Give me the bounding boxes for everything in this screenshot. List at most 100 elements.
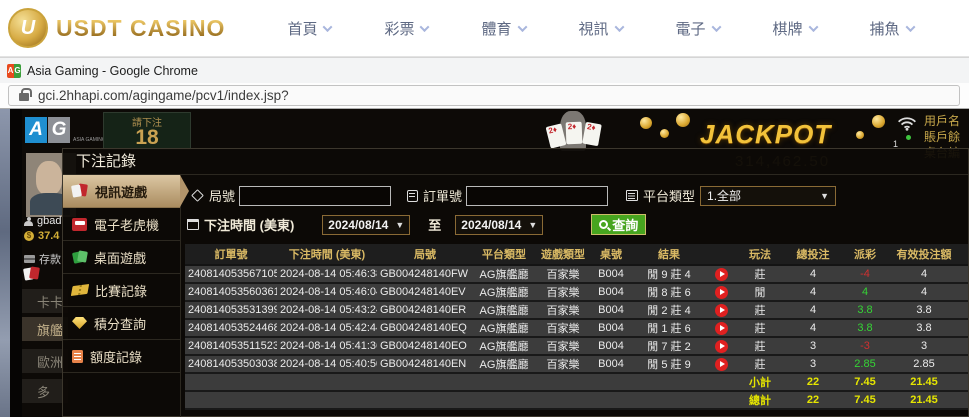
cell-play: 閒	[735, 283, 785, 302]
chrome-titlebar[interactable]: AG Asia Gaming - Google Chrome	[0, 57, 969, 83]
cell-game_type: 百家樂	[535, 283, 591, 302]
page-margin	[10, 109, 22, 417]
ag-logo-subtext: ASIA GAMING	[73, 137, 106, 143]
nav-item-fishing[interactable]: 捕魚	[870, 18, 916, 39]
chevron-down-icon	[614, 21, 624, 32]
col-header-bet_time: 下注時間 (美東)	[277, 244, 377, 266]
subtotal-row-label: 小計	[735, 372, 785, 392]
col-header-play: 玩法	[735, 244, 785, 266]
cell-result: 閒 1 莊 6	[631, 319, 707, 338]
subtotal-row-empty	[535, 372, 591, 392]
sidebar-item-points-inquiry[interactable]: 積分查詢	[63, 307, 180, 340]
nav-item-live[interactable]: 視訊	[579, 18, 624, 39]
nav-label: 棋牌	[772, 20, 803, 38]
replay-button[interactable]	[714, 339, 728, 353]
site-logo-text: USDT CASINO	[56, 14, 226, 41]
site-logo[interactable]: U USDT CASINO	[8, 8, 225, 48]
coin-icon	[856, 131, 864, 139]
site-header: U USDT CASINO 首頁 彩票 體育 視訊 電子 棋牌 捕魚	[0, 0, 969, 57]
grand-total-row-empty	[277, 390, 377, 410]
lobby-label: 歐洲	[37, 354, 64, 370]
round-no-input[interactable]	[239, 185, 392, 206]
bet-records-modal: 下注記錄 視訊遊戲 電子老虎機 桌面遊戲 比賽記錄 積分查詢 額度記錄 局號 訂…	[62, 148, 969, 417]
cell-table_no: B004	[591, 355, 631, 374]
coin-icon	[676, 113, 690, 127]
nav-label: 體育	[481, 20, 512, 38]
cell-result: 閒 8 莊 6	[631, 283, 707, 302]
bet-countdown: 請下注 18	[103, 112, 191, 150]
grand-total-row-bet_total: 22	[785, 390, 841, 410]
sidebar-item-slots[interactable]: 電子老虎機	[63, 208, 180, 241]
balance-row: $ 37.4	[24, 230, 59, 242]
deposit-row[interactable]: 存款	[24, 251, 61, 267]
ag-favicon-icon: AG	[7, 63, 21, 78]
chevron-down-icon	[905, 21, 916, 32]
sidebar-item-label: 視訊遊戲	[95, 184, 148, 200]
table-row: 240814053560361 2024-08-14 05:46:04 GB0042…	[185, 283, 968, 302]
cell-bet_time: 2024-08-14 05:46:04	[277, 283, 377, 302]
cell-bet_total: 4	[785, 283, 841, 302]
date-to-picker[interactable]: 2024/08/14 ▼	[455, 214, 544, 235]
nav-item-cards[interactable]: 棋牌	[772, 18, 818, 39]
col-header-bet_total: 總投注	[785, 244, 841, 266]
subtotal-row-valid_bet: 21.45	[889, 372, 959, 392]
subtotal-row-empty	[185, 372, 277, 392]
document-icon	[72, 349, 83, 363]
table-header-row: 訂單號下注時間 (美東)局號平台類型遊戲類型桌號結果 玩法總投注派彩有效投注額狀態	[185, 244, 968, 266]
nav-item-lottery[interactable]: 彩票	[384, 18, 430, 39]
table-row: 240814053567105 2024-08-14 05:46:38 GB0042…	[185, 265, 968, 284]
replay-button[interactable]	[714, 267, 728, 281]
cell-valid_bet: 3	[889, 337, 959, 356]
cell-bet_total: 4	[785, 301, 841, 320]
cell-valid_bet: 4	[889, 283, 959, 302]
cell-play_btn	[707, 283, 735, 302]
cell-platform: AG旗艦廳	[473, 301, 535, 320]
nav-item-home[interactable]: 首頁	[287, 18, 333, 39]
platform-type-select[interactable]: 1.全部 ▼	[700, 185, 837, 206]
sidebar-item-quota-records[interactable]: 額度記錄	[63, 340, 180, 373]
cell-bet_time: 2024-08-14 05:40:50	[277, 355, 377, 374]
col-header-status: 狀態	[959, 244, 968, 266]
table-row: 240814053503038 2024-08-14 05:40:50 GB0042…	[185, 355, 968, 374]
replay-button[interactable]	[714, 303, 728, 317]
col-header-result: 結果	[631, 244, 707, 266]
status-dot	[906, 135, 911, 140]
chevron-down-icon	[517, 21, 527, 32]
cell-round_no: GB004248140EV	[377, 283, 473, 302]
cell-result: 閒 5 莊 9	[631, 355, 707, 374]
search-button-label: 查詢	[612, 218, 639, 233]
jackpot-banner: JACKPOT	[700, 119, 832, 149]
subtotal-row-empty	[377, 372, 473, 392]
sidebar-item-video-games[interactable]: 視訊遊戲	[63, 175, 189, 208]
order-no-input[interactable]	[466, 185, 609, 206]
cell-order_no: 240814053560361	[185, 283, 277, 302]
favicon-letter: A	[7, 63, 14, 78]
caret-down-icon: ▼	[395, 219, 405, 230]
nav-item-slots[interactable]: 電子	[676, 18, 721, 39]
replay-button[interactable]	[714, 321, 728, 335]
search-button[interactable]: 查詢	[591, 214, 647, 235]
url-field[interactable]: gci.2hhapi.com/agingame/pcv1/index.jsp?	[8, 85, 960, 106]
nav-item-sports[interactable]: 體育	[481, 18, 527, 39]
countdown-value: 18	[135, 126, 159, 149]
cell-round_no: GB004248140FW	[377, 265, 473, 284]
date-from-picker[interactable]: 2024/08/14 ▼	[322, 214, 411, 235]
sidebar-item-match-records[interactable]: 比賽記錄	[63, 274, 180, 307]
url-text: gci.2hhapi.com/agingame/pcv1/index.jsp?	[38, 88, 289, 103]
table-row: 240814053524468 2024-08-14 05:42:44 GB0042…	[185, 319, 968, 338]
cell-play: 莊	[735, 355, 785, 374]
grand-total-row-empty	[377, 390, 473, 410]
wifi-icon	[897, 115, 917, 136]
sidebar-item-table-games[interactable]: 桌面遊戲	[63, 241, 180, 274]
lobby-label: 旗艦	[37, 322, 64, 338]
cell-play: 莊	[735, 301, 785, 320]
replay-button[interactable]	[714, 357, 728, 371]
nav-label: 彩票	[384, 20, 415, 38]
lock-icon[interactable]	[19, 88, 32, 101]
cell-round_no: GB004248140EQ	[377, 319, 473, 338]
cell-round_no: GB004248140EO	[377, 337, 473, 356]
col-header-table_no: 桌號	[591, 244, 631, 266]
replay-button[interactable]	[714, 285, 728, 299]
deposit-label: 存款	[39, 254, 61, 266]
coin-logo-icon: U	[8, 8, 48, 48]
